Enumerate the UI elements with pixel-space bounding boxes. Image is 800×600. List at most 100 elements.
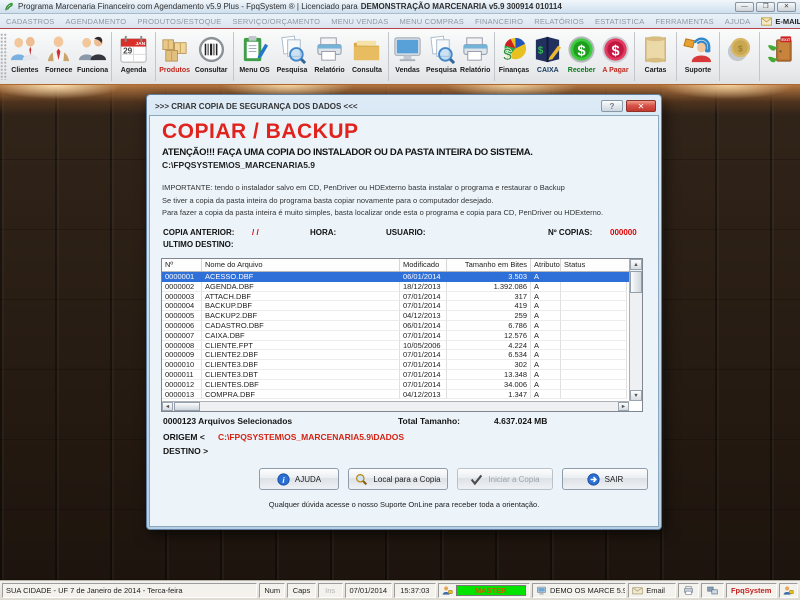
toolbar-button-vendas[interactable]: Vendas (391, 29, 425, 84)
toolbar-button-suporte[interactable]: Suporte (679, 29, 717, 84)
toolbar-button-relatorio-vendas[interactable]: Relatório (458, 29, 492, 84)
cell-name: CLIENTE3.DBT (202, 370, 400, 380)
scroll-up-icon[interactable]: ▲ (630, 259, 642, 270)
scroll-right-icon[interactable]: ► (618, 402, 629, 411)
menu-bar-items: CADASTROS AGENDAMENTO PRODUTOS/ESTOQUE SERV… (6, 17, 761, 26)
scroll-down-icon[interactable]: ▼ (630, 390, 642, 401)
header-status[interactable]: Status (561, 259, 627, 271)
start-copy-button[interactable]: Iniciar a Copia (457, 468, 553, 490)
toolbar-button-clientes[interactable]: Clientes (8, 29, 42, 84)
close-button[interactable]: ✕ (777, 2, 796, 12)
system-path: C:\FPQSYSTEM\OS_MARCENARIA5.9 (162, 160, 315, 170)
toolbar-button-fornece[interactable]: Fornece (42, 29, 76, 84)
dialog-close-button[interactable]: ✕ (626, 100, 656, 112)
table-row[interactable]: 0000005BACKUP2.DBF04/12/2013259A (162, 311, 642, 321)
toolbar-button-caixa[interactable]: $ CAIXA (531, 29, 565, 84)
cell-attr: A (531, 301, 561, 311)
header-num[interactable]: Nº (162, 259, 202, 271)
table-row[interactable]: 0000013COMPRA.DBF04/12/20131.347A (162, 390, 642, 400)
header-attr[interactable]: Atributo (531, 259, 561, 271)
cell-name: BACKUP.DBF (202, 301, 400, 311)
table-row[interactable]: 0000009CLIENTE2.DBF07/01/20146.534A (162, 350, 642, 360)
table-row[interactable]: 0000007CAIXA.DBF07/01/201412.576A (162, 331, 642, 341)
header-name[interactable]: Nome do Arquivo (202, 259, 400, 271)
restore-button[interactable]: ❐ (756, 2, 775, 12)
toolbar-button-exit[interactable]: EXIT (762, 29, 800, 84)
toolbar-button-agenda[interactable]: JAN29 Agenda (114, 29, 152, 84)
table-row[interactable]: 0000004BACKUP.DBF07/01/2014419A (162, 301, 642, 311)
cell-attr: A (531, 380, 561, 390)
cell-status (561, 331, 627, 341)
table-row[interactable]: 0000006CADASTRO.DBF06/01/20146.786A (162, 321, 642, 331)
svg-text:$: $ (578, 43, 586, 59)
menu-item-ajuda[interactable]: AJUDA (725, 17, 751, 26)
cell-modified: 07/01/2014 (400, 370, 447, 380)
cell-num: 0000009 (162, 350, 202, 360)
menu-item-ferramentas[interactable]: FERRAMENTAS (655, 17, 713, 26)
toolbar-button-a-pagar[interactable]: $ A Pagar (599, 29, 633, 84)
header-size[interactable]: Tamanho em Bites (447, 259, 531, 271)
menu-item-servi-o-or-amento[interactable]: SERVIÇO/ORÇAMENTO (233, 17, 321, 26)
cell-num: 0000007 (162, 331, 202, 341)
cell-size: 34.006 (447, 380, 531, 390)
toolbar-button-funciona[interactable]: Funciona (76, 29, 110, 84)
toolbar-button-relatorio-os[interactable]: Relatório (311, 29, 348, 84)
toolbar-button-cartas[interactable]: Cartas (637, 29, 674, 84)
cell-size: 1.392.086 (447, 282, 531, 292)
toolbar-button-menu-os[interactable]: Menu OS (236, 29, 273, 84)
toolbar-button-produtos[interactable]: Produtos (158, 29, 192, 84)
scrollbar-thumb[interactable] (174, 402, 200, 411)
menu-item-menu-compras[interactable]: MENU COMPRAS (399, 17, 464, 26)
header-modified[interactable]: Modificado (400, 259, 447, 271)
menu-item-estatistica[interactable]: ESTATISTICA (595, 17, 644, 26)
copy-location-button[interactable]: Local para a Copia (348, 468, 448, 490)
dialog-titlebar[interactable]: >>> CRIAR COPIA DE SEGURANÇA DOS DADOS <… (149, 97, 659, 115)
minimize-button[interactable]: — (735, 2, 754, 12)
table-row[interactable]: 0000011CLIENTE3.DBT07/01/201413.348A (162, 370, 642, 380)
toolbar-button-pesquisa-os[interactable]: Pesquisa (273, 29, 310, 84)
table-row[interactable]: 0000008CLIENTE.FPT10/05/20064.224A (162, 341, 642, 351)
help-button[interactable]: i AJUDA (259, 468, 339, 490)
svg-text:$: $ (538, 45, 544, 56)
cell-status (561, 272, 627, 282)
status-email[interactable]: Email (628, 583, 675, 598)
toolbar-button-consultar[interactable]: Consultar (192, 29, 231, 84)
table-row[interactable]: 0000010CLIENTE3.DBF07/01/2014302A (162, 360, 642, 370)
table-row[interactable]: 0000003ATTACH.DBF07/01/2014317A (162, 292, 642, 302)
exit-button[interactable]: SAIR (562, 468, 648, 490)
toolbar-button-financas[interactable]: $ Finanças (497, 29, 531, 84)
toolbar-button-consulta[interactable]: Consulta (348, 29, 385, 84)
dialog-body: COPIAR / BACKUP ATENÇÃO!!! FAÇA UMA COPI… (149, 115, 659, 527)
status-network[interactable] (701, 583, 724, 598)
cell-name: CLIENTES.DBF (202, 380, 400, 390)
cell-status (561, 311, 627, 321)
previous-copy-label: COPIA ANTERIOR: (163, 228, 234, 237)
scroll-left-icon[interactable]: ◄ (162, 402, 173, 411)
computer-icon (536, 585, 547, 596)
cell-modified: 07/01/2014 (400, 350, 447, 360)
cell-num: 0000013 (162, 390, 202, 400)
menu-item-menu-vendas[interactable]: MENU VENDAS (331, 17, 388, 26)
status-user[interactable] (779, 583, 798, 598)
table-row[interactable]: 0000002AGENDA.DBF18/12/20131.392.086A (162, 282, 642, 292)
table-row[interactable]: 0000012CLIENTES.DBF07/01/201434.006A (162, 380, 642, 390)
dialog-help-button[interactable]: ? (601, 100, 623, 112)
check-icon (470, 473, 483, 486)
table-row[interactable]: 0000001ACESSO.DBF06/01/20143.503A (162, 272, 642, 282)
horizontal-scrollbar[interactable]: ◄ ► (162, 401, 629, 411)
scrollbar-thumb[interactable] (630, 271, 642, 293)
window-licensee: DEMONSTRAÇÃO MARCENARIA v5.9 300914 0101… (361, 2, 562, 11)
vertical-scrollbar[interactable]: ▲ ▼ (629, 259, 642, 401)
usuario-label: USUARIO: (386, 228, 426, 237)
menu-item-agendamento[interactable]: AGENDAMENTO (65, 17, 126, 26)
menu-item-email[interactable]: E-MAIL (761, 17, 800, 26)
menu-item-produtos-estoque[interactable]: PRODUTOS/ESTOQUE (137, 17, 221, 26)
toolbar-button-pesquisa-vendas[interactable]: Pesquisa (424, 29, 458, 84)
status-printer[interactable] (678, 583, 699, 598)
toolbar-button-receber[interactable]: $ Receber (565, 29, 599, 84)
menu-item-relat-rios[interactable]: RELATÓRIOS (534, 17, 584, 26)
menu-item-financeiro[interactable]: FINANCEIRO (475, 17, 523, 26)
work-order-icon (239, 32, 271, 66)
menu-item-cadastros[interactable]: CADASTROS (6, 17, 54, 26)
toolbar-button-coin[interactable]: $ (722, 29, 757, 84)
